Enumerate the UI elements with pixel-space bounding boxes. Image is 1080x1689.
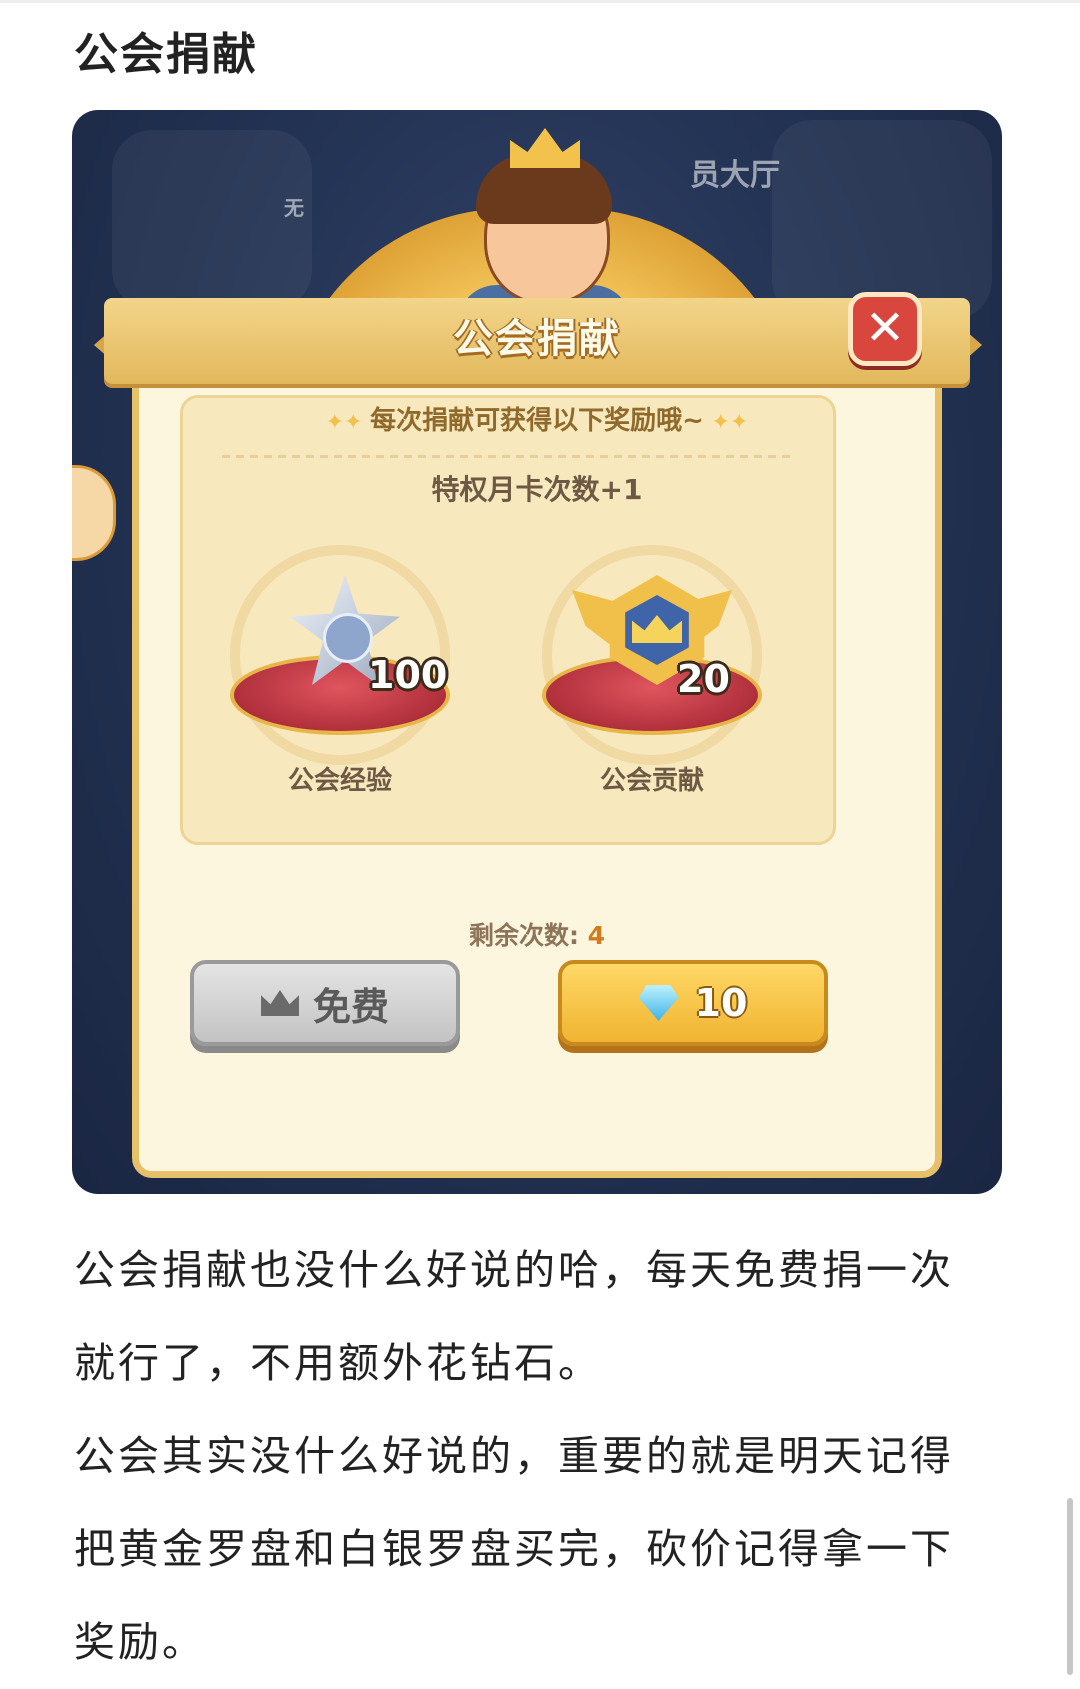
reward-label: 公会经验 [287, 766, 392, 796]
free-donate-button[interactable]: 免费 [190, 960, 460, 1046]
crown-icon [260, 990, 299, 1016]
remaining-count: 剩余次数: 4 [468, 921, 606, 950]
reward-item-guild-contribution[interactable]: 20 [532, 535, 772, 775]
background-label-right: 员大厅 [690, 158, 780, 193]
diamond-button-label: 10 [694, 981, 748, 1025]
diamond-icon [638, 985, 679, 1021]
sparkle-icon: ✦✦ [703, 410, 749, 435]
reward-label: 公会贡献 [599, 766, 704, 796]
mascot-crown-icon [510, 128, 580, 168]
free-button-label: 免费 [312, 984, 389, 1029]
game-screenshot: 无 员大厅 公会捐献 ✕ ✦✦ 每次捐献可获得以下奖励哦~ ✦✦ 特权月卡次数+… [72, 110, 1002, 1194]
reward-heading: ✦✦ 每次捐献可获得以下奖励哦~ ✦✦ [325, 406, 749, 436]
star-core [323, 613, 373, 663]
reward-quantity: 20 [677, 657, 730, 701]
background-label-left: 无 [284, 196, 304, 220]
section-title: 公会捐献 [74, 29, 258, 80]
background-building [112, 130, 312, 310]
close-x-icon: ✕ [864, 300, 906, 356]
close-button[interactable]: ✕ [848, 292, 922, 366]
paragraph-2: 公会其实没什么好说的，重要的就是明天记得把黄金罗盘和白银罗盘买完，砍价记得拿一下… [74, 1432, 954, 1666]
privilege-text: 特权月卡次数+1 [431, 473, 643, 506]
dashed-divider [222, 455, 792, 458]
sparkle-icon: ✦✦ [325, 410, 371, 435]
background-building [772, 120, 992, 320]
scrollbar[interactable] [1067, 1498, 1073, 1675]
diamond-donate-button[interactable]: 10 [558, 960, 828, 1046]
paragraph-1: 公会捐献也没什么好说的哈，每天免费捐一次就行了，不用额外花钻石。 [74, 1246, 954, 1387]
reward-item-guild-exp[interactable]: 100 [220, 535, 460, 775]
reward-quantity: 100 [368, 653, 448, 697]
top-divider [0, 0, 1080, 3]
